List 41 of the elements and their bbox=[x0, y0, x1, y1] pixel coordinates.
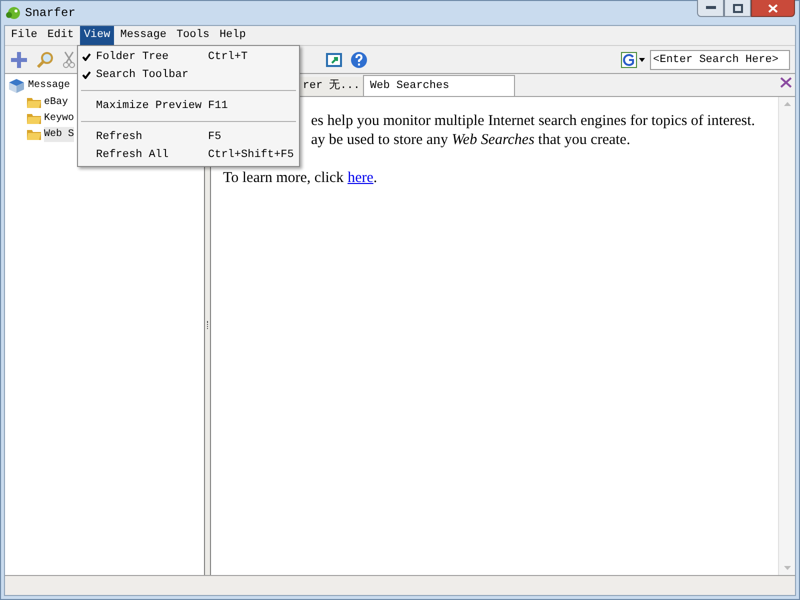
search-field[interactable]: <Enter Search Here> bbox=[650, 50, 790, 70]
minimize-button[interactable] bbox=[697, 0, 724, 17]
folder-icon bbox=[26, 112, 42, 124]
caret-icon bbox=[639, 58, 645, 62]
maximize-button[interactable] bbox=[724, 0, 751, 17]
period-text: . bbox=[373, 169, 378, 188]
folder-icon bbox=[26, 96, 42, 108]
cube-icon bbox=[8, 78, 25, 94]
menu-entry[interactable]: Folder Tree Ctrl+T bbox=[78, 48, 299, 66]
learn-more-text: To learn more, click bbox=[223, 169, 344, 188]
folder-icon bbox=[26, 128, 42, 140]
tab[interactable]: Web Searches bbox=[363, 75, 515, 96]
menu-item[interactable]: Edit bbox=[43, 26, 78, 45]
menu-item[interactable]: Message bbox=[116, 26, 170, 45]
close-icon bbox=[768, 4, 778, 12]
paragraph-line: ay be used to store any Web Searches that you create. bbox=[310, 131, 632, 150]
close-button[interactable] bbox=[751, 0, 795, 17]
menu-entry[interactable]: Maximize Preview F11 bbox=[78, 97, 299, 115]
search-engine-dropdown[interactable] bbox=[621, 52, 645, 68]
close-tab-icon[interactable] bbox=[780, 77, 792, 88]
window-icon[interactable] bbox=[326, 52, 342, 68]
menu-item[interactable]: File bbox=[7, 26, 42, 45]
menu-entry[interactable]: Refresh All Ctrl+Shift+F5 bbox=[78, 146, 299, 164]
plus-icon[interactable] bbox=[10, 50, 28, 68]
tree-item[interactable]: Keywo bbox=[44, 110, 74, 126]
paragraph-line: es help you monitor multiple Internet search engines for topics of interest. bbox=[310, 112, 756, 131]
help-icon[interactable] bbox=[350, 50, 368, 68]
menu-item[interactable]: View bbox=[80, 26, 114, 45]
tree-item[interactable]: Message bbox=[28, 78, 70, 93]
menu-entry[interactable]: Refresh F5 bbox=[78, 128, 299, 146]
app-logo-icon bbox=[5, 5, 21, 21]
menu-entry[interactable]: Search Toolbar bbox=[78, 66, 299, 84]
scissors-icon[interactable] bbox=[62, 50, 76, 68]
menu-item[interactable]: Tools bbox=[172, 26, 214, 45]
link[interactable]: here bbox=[348, 169, 374, 188]
window-title: Snarfer bbox=[25, 5, 76, 22]
minimize-icon bbox=[706, 6, 716, 10]
maximize-icon bbox=[732, 4, 742, 12]
tree-item[interactable]: eBay bbox=[44, 94, 68, 110]
tree-item[interactable]: Web S bbox=[44, 126, 74, 142]
menu-item[interactable]: Help bbox=[215, 26, 250, 45]
